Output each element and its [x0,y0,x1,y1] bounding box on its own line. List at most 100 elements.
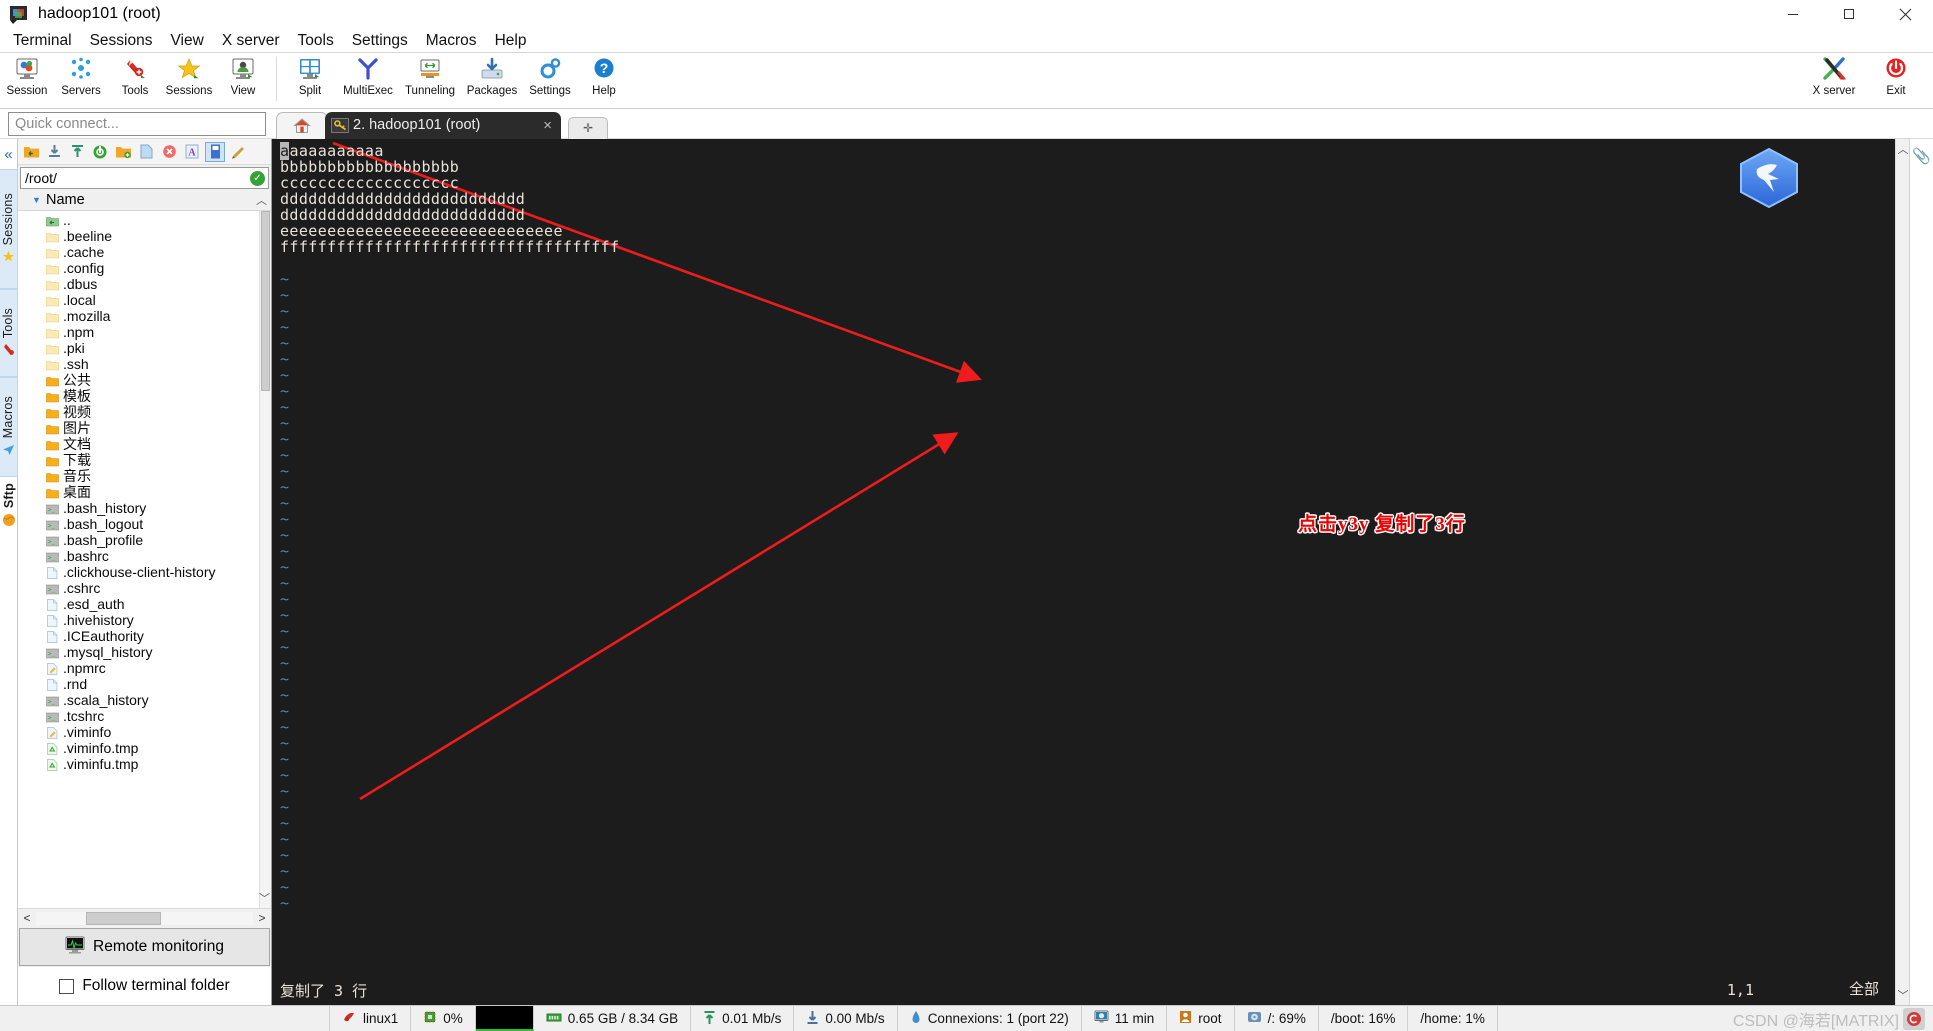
terminal-screen[interactable]: 点击y3y 复制了3行 1,1 全部 复制了 3 行 ︿ ﹀ aaaaaaaaa… [272,139,1909,1005]
tab-close-icon[interactable]: × [543,118,552,133]
menu-macros[interactable]: Macros [417,29,486,52]
file-row[interactable]: .viminfo.tmp [18,740,271,756]
file-row[interactable]: 音乐 [18,468,271,484]
toolbar-multiexec-button[interactable]: MultiExec [337,53,399,109]
scroll-down-icon[interactable]: ﹀ [259,890,270,906]
sort-ascending-caret[interactable]: ▼ [32,195,41,205]
scroll-right-arrow[interactable]: > [253,911,271,925]
file-row[interactable]: 公共 [18,372,271,388]
file-row[interactable]: .hivehistory [18,612,271,628]
new-folder-icon[interactable] [113,142,133,162]
file-row[interactable]: 模板 [18,388,271,404]
new-tab-button[interactable]: ✛ [568,116,608,139]
file-row[interactable]: 桌面 [18,484,271,500]
sftp-path-input[interactable]: /root/ ✓ [20,167,269,189]
scroll-up-icon[interactable]: ︿ [1896,141,1909,157]
home-tab[interactable] [276,111,328,139]
scroll-left-arrow[interactable]: < [18,911,36,925]
file-row[interactable]: >_ .scala_history [18,692,271,708]
status-host[interactable]: linux1 [330,1006,412,1031]
minimize-button[interactable] [1765,0,1821,28]
file-row[interactable]: >_ .bash_history [18,500,271,516]
edit-icon[interactable] [228,142,248,162]
file-row[interactable]: >_ .bashrc [18,548,271,564]
menu-view[interactable]: View [161,29,212,52]
toolbar-split-button[interactable]: Split [283,53,337,109]
toolbar-servers-button[interactable]: Servers [54,53,108,109]
rail-group-sessions[interactable]: Sessions [0,169,18,289]
menu-settings[interactable]: Settings [343,29,417,52]
file-row[interactable]: >_ .bash_logout [18,516,271,532]
toolbar-exit-button[interactable]: Exit [1865,53,1927,109]
rail-group-macros[interactable]: Macros [0,377,18,477]
file-row[interactable]: .viminfu.tmp [18,756,271,772]
status-uptime[interactable]: 11 min [1082,1006,1168,1031]
file-row[interactable]: .ICEauthority [18,628,271,644]
sftp-horizontal-scrollbar[interactable]: < > [18,908,271,927]
file-row[interactable]: .beeline [18,228,271,244]
download-icon[interactable] [44,142,64,162]
rail-group-sftp[interactable]: Sftp [0,477,18,535]
remote-monitoring-button[interactable]: Remote monitoring [19,928,270,966]
status-cpu[interactable]: 0% [411,1006,476,1031]
status-cpu-graph[interactable] [475,1006,534,1031]
delete-icon[interactable] [159,142,179,162]
rail-group-tools[interactable]: Tools [0,289,18,377]
sftp-vertical-scrollbar[interactable]: ﹀ [259,211,271,908]
menu-tools[interactable]: Tools [289,29,343,52]
status-download[interactable]: 0.00 Mb/s [794,1006,898,1031]
toolbar-help-button[interactable]: ? Help [577,53,631,109]
file-row[interactable]: 文档 [18,436,271,452]
toolbar-view-button[interactable]: View [216,53,270,109]
parent-folder-icon[interactable] [21,142,41,162]
sftp-file-list[interactable]: .. .beeline .cache .config .dbus .local .mozil… [18,211,271,908]
file-row[interactable]: .esd_auth [18,596,271,612]
status-connections[interactable]: Connexions: 1 (port 22) [898,1006,1082,1031]
status-user[interactable]: root [1167,1006,1235,1031]
file-row[interactable]: .mozilla [18,308,271,324]
file-row[interactable]: 下载 [18,452,271,468]
toolbar-packages-button[interactable]: Packages [461,53,523,109]
menu-x-server[interactable]: X server [213,29,289,52]
file-row[interactable]: >_ .tcshrc [18,708,271,724]
status-disk-boot[interactable]: /boot: 16% [1319,1006,1409,1031]
column-header-name[interactable]: Name [46,192,85,208]
file-row[interactable]: .pki [18,340,271,356]
toolbar-xserver-button[interactable]: X server [1803,53,1865,109]
scroll-up-icon[interactable]: ︿ [256,192,267,208]
file-row[interactable]: .viminfo [18,724,271,740]
close-button[interactable] [1877,0,1933,28]
file-row[interactable]: .cache [18,244,271,260]
terminal-scrollbar[interactable]: ︿ ﹀ [1895,139,1909,1005]
menu-sessions[interactable]: Sessions [81,29,162,52]
file-row[interactable]: 图片 [18,420,271,436]
maximize-button[interactable] [1821,0,1877,28]
file-row[interactable]: .npm [18,324,271,340]
status-ram[interactable]: 0.65 GB / 8.34 GB [534,1006,692,1031]
file-row[interactable]: .ssh [18,356,271,372]
scrollbar-thumb[interactable] [261,211,270,391]
tab-hadoop101[interactable]: 2. hadoop101 (root) × [325,111,561,139]
collapse-sidebar-button[interactable]: « [4,139,12,169]
status-upload[interactable]: 0.01 Mb/s [691,1006,795,1031]
file-row[interactable]: .local [18,292,271,308]
follow-terminal-folder-checkbox[interactable] [59,978,75,994]
menu-terminal[interactable]: Terminal [4,29,81,52]
toolbar-sessions-button[interactable]: Sessions [162,53,216,109]
file-row[interactable]: .clickhouse-client-history [18,564,271,580]
file-row[interactable]: .. [18,212,271,228]
follow-terminal-folder-row[interactable]: Follow terminal folder [18,967,271,1005]
toolbar-tools-button[interactable]: Tools [108,53,162,109]
scroll-down-icon[interactable]: ﹀ [1896,987,1909,1003]
file-row[interactable]: 视频 [18,404,271,420]
binary-mode-icon[interactable] [205,141,225,162]
new-file-icon[interactable] [136,142,156,162]
file-row[interactable]: >_ .bash_profile [18,532,271,548]
toolbar-session-button[interactable]: Session [0,53,54,109]
status-disk-root[interactable]: /: 69% [1235,1006,1319,1031]
quick-connect-input[interactable]: Quick connect... [8,111,266,136]
file-row[interactable]: >_ .mysql_history [18,644,271,660]
file-row[interactable]: .npmrc [18,660,271,676]
attachment-icon[interactable]: 📎 [1912,147,1931,165]
scrollbar-thumb[interactable] [86,911,161,925]
